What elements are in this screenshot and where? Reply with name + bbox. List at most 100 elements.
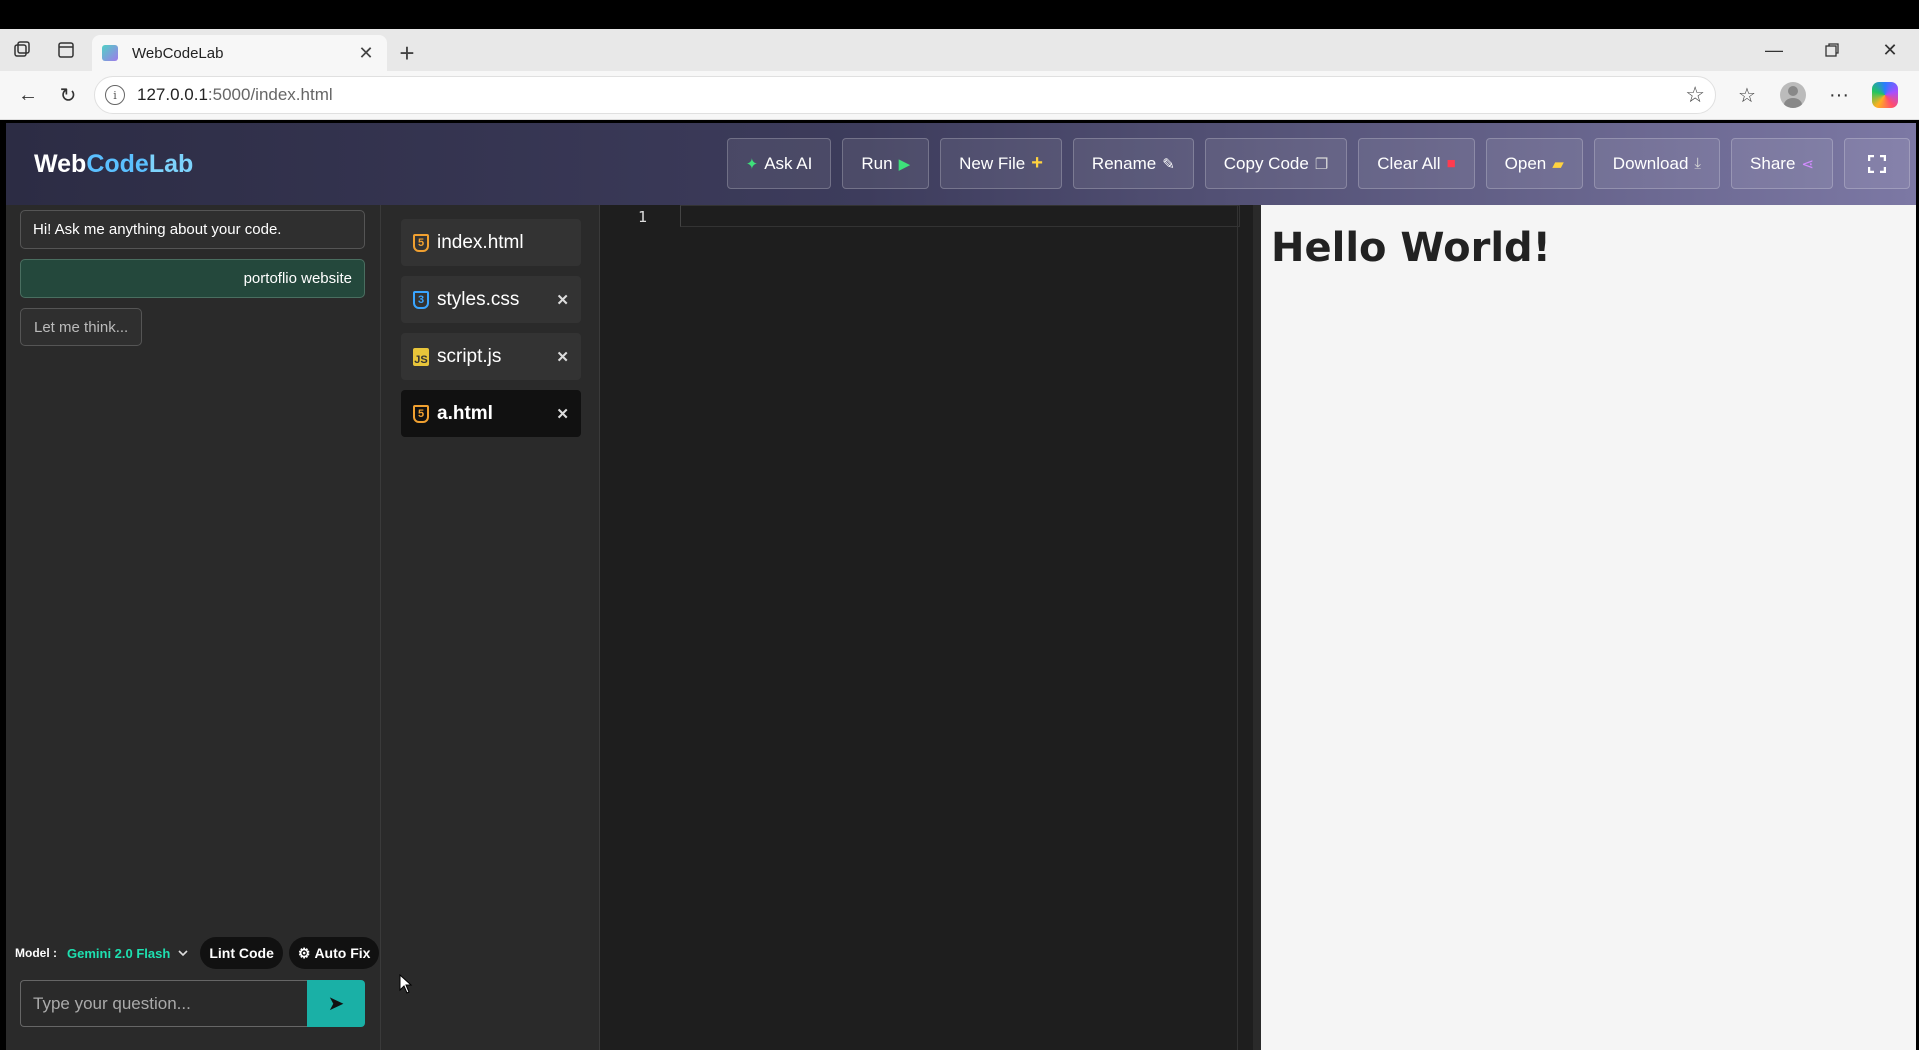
chat-question-input[interactable] [20, 980, 307, 1027]
share-label: Share [1750, 153, 1796, 173]
file-tabs-panel: 5 index.html 3 styles.css ✕ JS script.js… [381, 205, 600, 1050]
live-preview-pane: Hello World! [1261, 205, 1916, 1050]
new-tab-button[interactable]: + [387, 35, 427, 71]
file-tab-label: script.js [437, 345, 502, 367]
close-file-icon[interactable]: ✕ [556, 348, 569, 366]
mouse-cursor-icon [399, 974, 413, 994]
back-icon[interactable]: ← [8, 75, 48, 115]
auto-fix-button[interactable]: ⚙ Auto Fix [288, 937, 380, 969]
new-file-button[interactable]: New File + [940, 138, 1062, 189]
logo-lab: Lab [148, 149, 194, 178]
share-button[interactable]: Share ⋖ [1731, 138, 1833, 189]
auto-fix-label: Auto Fix [314, 945, 371, 961]
toolbar: ✦ Ask AI Run ▶ New File + Rename ✎ Copy Code… [726, 138, 1910, 189]
ai-chat-panel: Hi! Ask me anything about your code. por… [6, 205, 381, 1050]
editor-gutter: 1 [600, 205, 680, 1050]
javascript-icon: JS [413, 347, 429, 366]
model-label: Model : [15, 946, 57, 960]
run-button[interactable]: Run ▶ [842, 138, 930, 189]
send-button[interactable]: ➤ [307, 980, 365, 1027]
logo-code: Code [86, 149, 149, 178]
close-window-icon[interactable]: ✕ [1861, 29, 1919, 71]
browser-tab-title: WebCodeLab [132, 44, 224, 62]
address-bar[interactable]: i 127.0.0.1:5000/index.html ☆ [94, 76, 1716, 114]
chat-controls: Model : Gemini 2.0 Flash Lint Code ⚙ Auto… [15, 937, 380, 969]
vertical-tabs-icon[interactable] [44, 29, 88, 71]
pencil-icon: ✎ [1162, 155, 1175, 173]
share-icon: ⋖ [1801, 155, 1814, 173]
file-tab-index-html[interactable]: 5 index.html [401, 219, 581, 266]
webcodelab-app: WebCodeLab ✦ Ask AI Run ▶ New File + Rename… [6, 123, 1916, 1050]
reload-icon[interactable]: ↻ [48, 75, 88, 115]
copy-code-label: Copy Code [1223, 153, 1309, 173]
lint-code-label: Lint Code [209, 945, 274, 961]
avatar-icon [1780, 82, 1806, 108]
workspaces-icon[interactable] [0, 29, 44, 71]
restore-icon[interactable] [1803, 29, 1861, 71]
app-header: WebCodeLab ✦ Ask AI Run ▶ New File + Rename… [6, 123, 1916, 205]
file-tab-a-html[interactable]: 5 a.html ✕ [401, 390, 581, 437]
gear-icon: ⚙ [297, 944, 311, 961]
browser-tab-strip: WebCodeLab ✕ + — ✕ [0, 29, 1919, 71]
profile-button[interactable] [1770, 75, 1816, 115]
copilot-icon[interactable] [1862, 75, 1908, 115]
file-tab-script-js[interactable]: JS script.js ✕ [401, 333, 581, 380]
rename-button[interactable]: Rename ✎ [1072, 138, 1194, 189]
preview-heading: Hello World! [1271, 225, 1551, 271]
close-file-icon[interactable]: ✕ [556, 291, 569, 309]
model-select[interactable]: Gemini 2.0 Flash [67, 946, 188, 961]
download-label: Download [1612, 153, 1689, 173]
more-menu-icon[interactable]: ··· [1816, 75, 1862, 115]
chat-message-bot: Hi! Ask me anything about your code. [20, 210, 365, 249]
chat-message-thinking: Let me think... [20, 308, 143, 346]
window-top-band [0, 0, 1919, 29]
html5-icon: 5 [413, 233, 429, 252]
clear-all-button[interactable]: Clear All ■ [1358, 138, 1475, 189]
lint-code-button[interactable]: Lint Code [200, 937, 283, 969]
fullscreen-button[interactable] [1844, 138, 1910, 189]
open-button[interactable]: Open ▰ [1485, 138, 1583, 189]
send-arrow-icon: ➤ [327, 993, 345, 1015]
file-tab-styles-css[interactable]: 3 styles.css ✕ [401, 276, 581, 323]
chevron-down-icon [178, 949, 188, 956]
url-host: 127.0.0.1 [137, 85, 208, 104]
folder-icon: ▰ [1552, 155, 1564, 173]
ask-ai-button[interactable]: ✦ Ask AI [726, 138, 832, 189]
copilot-logo-icon [1872, 82, 1898, 108]
editor-ruler [1237, 205, 1238, 1050]
rename-label: Rename [1091, 153, 1157, 173]
logo-web: Web [34, 149, 87, 178]
copy-icon: ❐ [1314, 155, 1329, 173]
close-tab-icon[interactable]: ✕ [355, 43, 377, 64]
ask-ai-label: Ask AI [764, 153, 813, 173]
line-number: 1 [638, 208, 648, 226]
file-tab-label: index.html [437, 231, 524, 253]
site-info-icon[interactable]: i [105, 85, 125, 105]
browser-tab-webcodelab[interactable]: WebCodeLab ✕ [92, 35, 387, 71]
close-file-icon[interactable]: ✕ [556, 405, 569, 423]
url-path: :5000/index.html [207, 85, 333, 104]
run-label: Run [861, 153, 893, 173]
play-icon: ▶ [898, 155, 911, 173]
model-value: Gemini 2.0 Flash [67, 945, 171, 961]
plus-icon: + [1031, 152, 1043, 174]
browser-navbar: ← ↻ i 127.0.0.1:5000/index.html ☆ ☆ ··· [0, 71, 1919, 120]
code-editor[interactable]: 1 [600, 205, 1261, 1050]
chat-message-user: portoflio website [20, 259, 365, 298]
minimize-icon[interactable]: — [1745, 29, 1803, 71]
current-line-highlight [680, 205, 1240, 227]
copy-code-button[interactable]: Copy Code ❐ [1204, 138, 1348, 189]
download-button[interactable]: Download ⤓ [1593, 138, 1721, 189]
chat-input-row: ➤ [20, 980, 365, 1027]
favorite-star-icon[interactable]: ☆ [1685, 82, 1705, 108]
fullscreen-icon [1868, 154, 1886, 173]
file-tab-label: a.html [437, 402, 493, 424]
favorites-icon[interactable]: ☆ [1724, 75, 1770, 115]
app-logo: WebCodeLab [34, 150, 193, 179]
url-text[interactable]: 127.0.0.1:5000/index.html [137, 85, 1685, 105]
app-body: Hi! Ask me anything about your code. por… [6, 205, 1916, 1050]
download-icon: ⤓ [1694, 155, 1702, 172]
trash-icon: ■ [1446, 155, 1456, 172]
favicon-icon [102, 45, 118, 61]
window-controls: — ✕ [1745, 29, 1919, 71]
